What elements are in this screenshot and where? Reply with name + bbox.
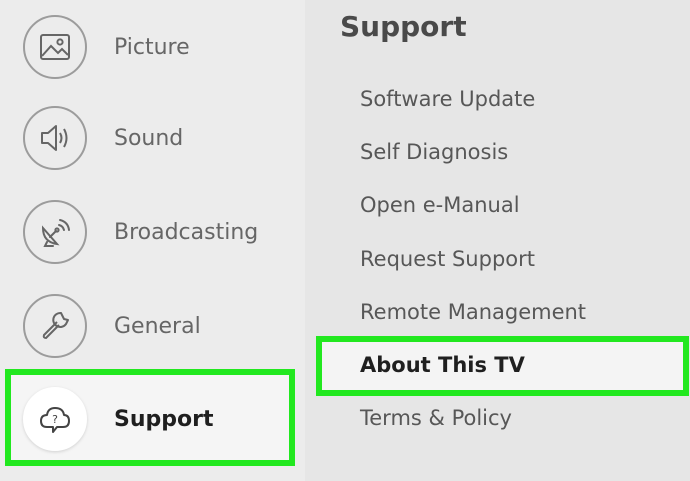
menu-item-remote-management[interactable]: Remote Management — [360, 297, 586, 327]
sidebar-item-support[interactable]: ? Support — [0, 372, 305, 466]
sound-icon — [23, 106, 87, 170]
sidebar-item-sound[interactable]: Sound — [0, 91, 305, 185]
menu-item-open-e-manual[interactable]: Open e-Manual — [360, 190, 520, 220]
support-cloud-icon: ? — [23, 387, 87, 451]
menu-item-terms-policy[interactable]: Terms & Policy — [360, 403, 512, 433]
page-title: Support — [340, 10, 467, 43]
menu-item-request-support[interactable]: Request Support — [360, 244, 535, 274]
wrench-icon — [23, 294, 87, 358]
sidebar-item-broadcasting[interactable]: Broadcasting — [0, 185, 305, 279]
menu-item-about-this-tv[interactable]: About This TV — [360, 350, 525, 380]
sidebar-item-label: Support — [114, 406, 214, 432]
sidebar-item-general[interactable]: General — [0, 279, 305, 373]
sidebar-item-label: Broadcasting — [114, 219, 259, 245]
sidebar-item-label: Picture — [114, 34, 190, 60]
svg-text:?: ? — [52, 413, 58, 426]
sidebar-item-label: Sound — [114, 125, 184, 151]
broadcasting-icon — [23, 200, 87, 264]
menu-item-self-diagnosis[interactable]: Self Diagnosis — [360, 137, 508, 167]
sidebar-item-label: General — [114, 313, 201, 339]
sidebar-item-picture[interactable]: Picture — [0, 0, 305, 94]
menu-item-software-update[interactable]: Software Update — [360, 84, 535, 114]
picture-icon — [23, 15, 87, 79]
